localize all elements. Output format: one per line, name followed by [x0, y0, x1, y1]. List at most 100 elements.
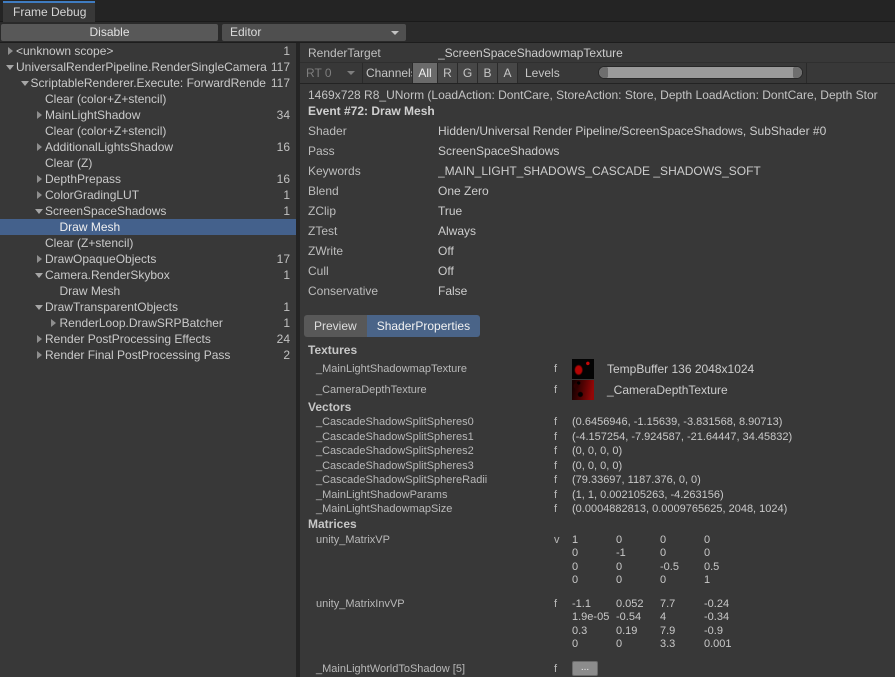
matrices-section: unity_MatrixVPv10000-10000-0.50.50001uni…: [300, 534, 895, 677]
disable-button[interactable]: Disable: [1, 24, 218, 41]
tree-item[interactable]: ScriptableRenderer.Execute: ForwardRende…: [0, 75, 296, 91]
arrow-spacer: [33, 235, 45, 251]
event-title: Event #72: Draw Mesh: [300, 103, 895, 121]
tree-item[interactable]: DepthPrepass16: [0, 171, 296, 187]
tree-item[interactable]: UniversalRenderPipeline.RenderSingleCame…: [0, 59, 296, 75]
chevron-expanded-icon[interactable]: [4, 59, 16, 75]
texture-thumbnail[interactable]: [572, 380, 594, 400]
tree-item[interactable]: DrawOpaqueObjects17: [0, 251, 296, 267]
chevron-expanded-icon[interactable]: [33, 267, 45, 283]
chevron-collapsed-icon[interactable]: [33, 347, 45, 363]
detail-tabs: PreviewShaderProperties: [304, 315, 895, 337]
tree-item[interactable]: Clear (color+Z+stencil): [0, 123, 296, 139]
matrix-cell: 0: [572, 638, 616, 652]
matrix-cell: 1: [704, 574, 748, 588]
chevron-expanded-icon[interactable]: [33, 203, 45, 219]
rt-index-dropdown[interactable]: RT 0: [300, 63, 363, 83]
render-target-toolbar: RT 0 Channels AllRGBA Levels: [300, 63, 895, 84]
event-count: 16: [277, 172, 296, 186]
tree-item[interactable]: Render PostProcessing Effects24: [0, 331, 296, 347]
chevron-down-icon: [347, 71, 355, 75]
tree-item[interactable]: Draw Mesh: [0, 283, 296, 299]
property-row: ZWriteOff: [300, 241, 895, 261]
tree-item-selected[interactable]: Draw Mesh: [0, 219, 296, 235]
matrix-cell: 0: [572, 561, 616, 575]
matrix-cell: 1: [572, 534, 616, 548]
chevron-collapsed-icon[interactable]: [33, 331, 45, 347]
levels-min-handle[interactable]: [599, 67, 608, 78]
chevron-collapsed-icon[interactable]: [33, 107, 45, 123]
property-label: Conservative: [300, 284, 438, 298]
triangle-glyph: [37, 255, 42, 263]
event-count: 34: [277, 108, 296, 122]
arrow-spacer: [48, 219, 60, 235]
matrix-cell: 0: [616, 534, 660, 548]
property-label: Shader: [300, 124, 438, 138]
channel-button-b[interactable]: B: [478, 63, 498, 83]
tab-shaderproperties[interactable]: ShaderProperties: [367, 315, 480, 337]
tree-item[interactable]: Camera.RenderSkybox1: [0, 267, 296, 283]
property-row: ZClipTrue: [300, 201, 895, 221]
chevron-expanded-icon[interactable]: [33, 299, 45, 315]
chevron-expanded-icon[interactable]: [19, 75, 31, 91]
property-value: Off: [438, 264, 895, 278]
vector-name: _CascadeShadowSplitSpheres2: [300, 445, 554, 457]
chevron-collapsed-icon[interactable]: [4, 43, 16, 59]
property-row: ZTestAlways: [300, 221, 895, 241]
tree-item[interactable]: Clear (Z): [0, 155, 296, 171]
tree-item[interactable]: ColorGradingLUT1: [0, 187, 296, 203]
matrix-values: -1.10.0527.7-0.241.9e-05-0.544-0.340.30.…: [572, 598, 748, 652]
vector-name: _CascadeShadowSplitSphereRadii: [300, 474, 554, 486]
texture-value: _CameraDepthTexture: [607, 383, 728, 397]
tree-item[interactable]: DrawTransparentObjects1: [0, 299, 296, 315]
tree-item[interactable]: <unknown scope>1: [0, 43, 296, 59]
channel-button-g[interactable]: G: [458, 63, 478, 83]
matrix-row: unity_MatrixInvVPf-1.10.0527.7-0.241.9e-…: [300, 598, 895, 652]
tree-item[interactable]: Clear (color+Z+stencil): [0, 91, 296, 107]
triangle-glyph: [35, 209, 43, 214]
tree-item-label: DrawTransparentObjects: [45, 300, 283, 314]
property-value: _MAIN_LIGHT_SHADOWS_CASCADE _SHADOWS_SOF…: [438, 164, 895, 178]
triangle-glyph: [51, 319, 56, 327]
matrix-cell: -0.5: [660, 561, 704, 575]
tree-item-label: Render PostProcessing Effects: [45, 332, 277, 346]
target-dropdown[interactable]: Editor: [222, 24, 406, 41]
property-label: ZWrite: [300, 244, 438, 258]
stage-flag: f: [554, 598, 572, 612]
chevron-collapsed-icon[interactable]: [33, 171, 45, 187]
arrow-spacer: [33, 123, 45, 139]
tree-item[interactable]: RenderLoop.DrawSRPBatcher1: [0, 315, 296, 331]
matrix-cell: 0: [616, 574, 660, 588]
chevron-collapsed-icon[interactable]: [33, 139, 45, 155]
chevron-collapsed-icon[interactable]: [33, 187, 45, 203]
channel-button-r[interactable]: R: [438, 63, 458, 83]
channel-button-a[interactable]: A: [498, 63, 518, 83]
event-count: 1: [283, 316, 296, 330]
textures-section: _MainLightShadowmapTexturefTempBuffer 13…: [300, 358, 895, 400]
property-label: Pass: [300, 144, 438, 158]
tree-item[interactable]: Render Final PostProcessing Pass2: [0, 347, 296, 363]
chevron-collapsed-icon[interactable]: [33, 251, 45, 267]
property-value: Off: [438, 244, 895, 258]
tree-item[interactable]: AdditionalLightsShadow16: [0, 139, 296, 155]
chevron-collapsed-icon[interactable]: [48, 315, 60, 331]
tab-preview[interactable]: Preview: [304, 315, 367, 337]
texture-thumbnail[interactable]: [572, 359, 594, 379]
matrix-cell: -0.24: [704, 598, 748, 612]
matrix-row: unity_MatrixVPv10000-10000-0.50.50001: [300, 534, 895, 588]
property-value: True: [438, 204, 895, 218]
tree-item[interactable]: ScreenSpaceShadows1: [0, 203, 296, 219]
tree-item[interactable]: MainLightShadow34: [0, 107, 296, 123]
event-count: 2: [283, 348, 296, 362]
levels-max-handle[interactable]: [793, 67, 802, 78]
tab-frame-debug[interactable]: Frame Debug: [3, 1, 95, 22]
arrow-spacer: [33, 91, 45, 107]
triangle-glyph: [35, 273, 43, 278]
tree-item[interactable]: Clear (Z+stencil): [0, 235, 296, 251]
matrix-cell: -0.9: [704, 625, 748, 639]
frame-debug-toolbar: Disable Editor of 118: [0, 22, 895, 43]
property-value: Always: [438, 224, 895, 238]
levels-range-slider[interactable]: [598, 66, 803, 79]
matrix-expand-button[interactable]: ...: [572, 661, 598, 676]
channel-button-all[interactable]: All: [413, 63, 438, 83]
